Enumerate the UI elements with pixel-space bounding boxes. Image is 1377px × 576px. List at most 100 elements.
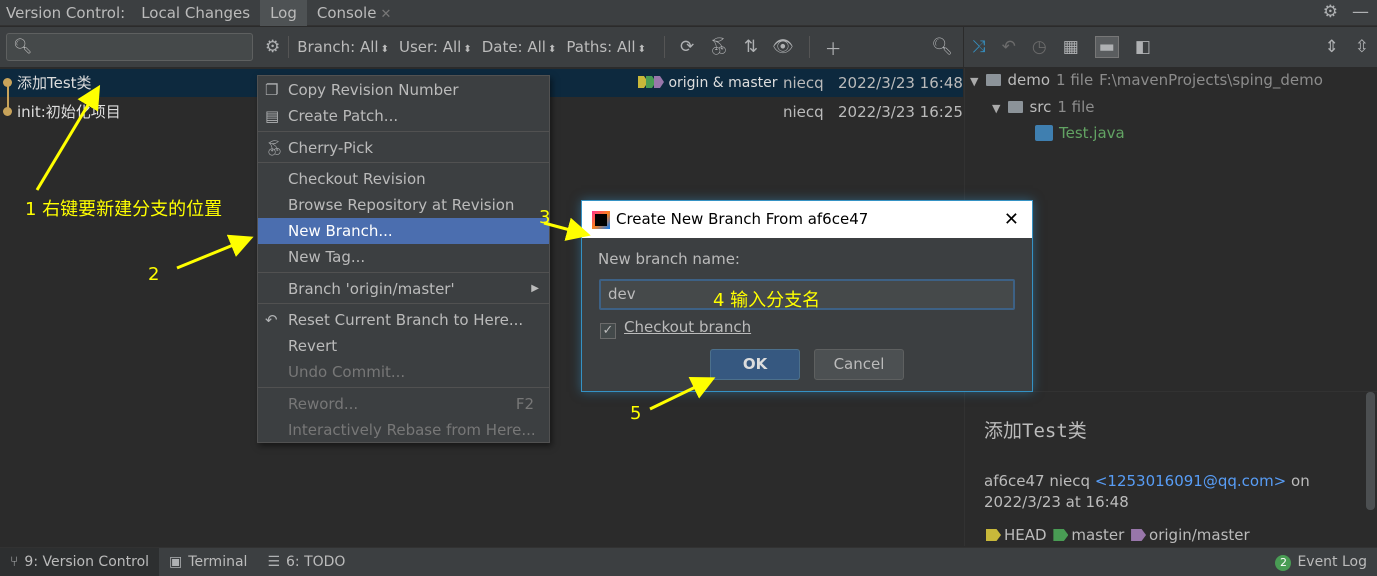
search-input[interactable]: 🔍︎ (6, 33, 253, 61)
author-email-link[interactable]: <1253016091@qq.com> (1095, 472, 1286, 490)
chevron-down-icon[interactable]: ▼ (970, 75, 978, 88)
close-icon[interactable]: ✕ (1004, 201, 1019, 238)
eye-icon[interactable]: 👁︎ (772, 37, 794, 57)
chevron-down-icon[interactable]: ▼ (992, 102, 1000, 115)
expand-all-icon[interactable]: ⇕ (1325, 37, 1339, 57)
add-icon[interactable]: ＋ (825, 35, 842, 60)
commit-date: 2022/3/23 16:48 (838, 74, 963, 92)
menu-item-undo-commit: Undo Commit... (288, 363, 406, 381)
event-count-badge: 2 (1275, 554, 1292, 571)
intellij-logo-icon (592, 211, 610, 229)
header-actions: ⚙ — (1323, 2, 1369, 22)
diff-arrows-icon[interactable]: ⤨ (972, 37, 986, 57)
date-filter[interactable]: Date: All ⬍ (482, 38, 557, 56)
tag-icon (1053, 529, 1069, 541)
menu-separator (258, 387, 549, 388)
cherry-icon: 🍒︎ (265, 139, 285, 157)
ref-head: HEAD (1004, 526, 1047, 544)
annotation-1: 1 右键要新建分支的位置 (25, 199, 223, 220)
commit-message: init:初始化项目 (17, 103, 121, 121)
commit-author: niecq (783, 74, 824, 92)
commit-refs: HEAD master origin/master (984, 526, 1250, 544)
divider (288, 36, 290, 58)
cherry-pick-icon[interactable]: 🍒︎ (708, 37, 730, 57)
tab-local-changes[interactable]: Local Changes (131, 0, 260, 26)
status-bar: ⑂ 9: Version Control ▣ Terminal ☰ 6: TODO 2… (0, 547, 1377, 576)
paths-filter[interactable]: Paths: All ⬍ (566, 38, 646, 56)
commit-author: niecq (783, 103, 824, 121)
menu-item-cherry-pick[interactable]: 🍒︎ Cherry-Pick (258, 135, 549, 161)
commit-refs: origin & master (638, 69, 778, 97)
folder-icon (986, 74, 1002, 86)
branch-filter[interactable]: Branch: All ⬍ (297, 38, 389, 56)
todo-tool-button[interactable]: ☰ 6: TODO (257, 548, 355, 576)
tree-root[interactable]: ▼ demo 1 file F:\mavenProjects\sping_demo (970, 71, 1323, 89)
user-filter[interactable]: User: All ⬍ (399, 38, 472, 56)
menu-item-new-branch[interactable]: New Branch... (258, 218, 549, 244)
copy-icon: ❐ (265, 81, 279, 99)
gear-icon[interactable]: ⚙ (1323, 2, 1338, 22)
commit-author: niecq (1049, 472, 1091, 490)
scrollbar[interactable] (1366, 392, 1375, 510)
checkout-branch-checkbox[interactable]: ✓ Checkout branch (600, 318, 751, 339)
folder-icon (1008, 101, 1024, 113)
dialog-title-bar: Create New Branch From af6ce47 ✕ (582, 201, 1032, 238)
checkout-branch-label: Checkout branch (624, 318, 752, 336)
collapse-all-icon[interactable]: ⇳ (1355, 37, 1369, 57)
sort-icon[interactable]: ⇅ (744, 37, 758, 57)
context-menu: ❐ Copy Revision Number ▤ Create Patch... 🍒… (257, 75, 550, 443)
layout-horizontal-icon[interactable]: ▬ (1094, 36, 1119, 58)
refresh-icon[interactable]: ⟳ (680, 37, 694, 57)
minimize-icon[interactable]: — (1352, 2, 1369, 22)
menu-item-browse-repository[interactable]: Browse Repository at Revision (258, 192, 549, 218)
menu-separator (258, 162, 549, 163)
menu-item-branch-submenu[interactable]: Branch 'origin/master' ▶ (258, 276, 549, 302)
menu-item-reword: Reword... F2 (258, 391, 549, 417)
group-by-icon[interactable]: ▦ (1063, 37, 1079, 57)
tab-log[interactable]: Log (260, 0, 307, 26)
cancel-button[interactable]: Cancel (814, 349, 904, 380)
commit-subject: 添加Test类 (984, 420, 1087, 442)
tag-icon (1131, 529, 1147, 541)
chevron-right-icon: ▶ (531, 283, 539, 294)
history-icon[interactable]: ◷ (1032, 37, 1047, 57)
settings-gear-icon[interactable]: ⚙ (265, 37, 280, 57)
shortcut-label: F2 (515, 395, 534, 413)
menu-separator (258, 303, 549, 304)
java-file-icon (1035, 125, 1053, 141)
find-icon[interactable]: 🔍︎ (931, 37, 953, 57)
menu-item-create-patch[interactable]: ▤ Create Patch... (258, 103, 549, 129)
terminal-tool-button[interactable]: ▣ Terminal (159, 548, 257, 576)
tree-folder[interactable]: ▼ src 1 file (992, 98, 1095, 116)
annotation-3: 3 (539, 207, 551, 228)
menu-item-reset-branch[interactable]: ↶ Reset Current Branch to Here... (258, 307, 549, 333)
graph-node (3, 107, 12, 116)
menu-item-new-tag[interactable]: New Tag... (258, 244, 549, 270)
tab-console[interactable]: Console ✕ (307, 0, 401, 26)
menu-item-checkout-revision[interactable]: Checkout Revision (258, 166, 549, 192)
branch-name-label: New branch name: (598, 250, 740, 268)
divider (663, 36, 665, 58)
menu-item-interactive-rebase: Interactively Rebase from Here... (288, 421, 536, 439)
tag-icon (638, 76, 664, 88)
menu-item-copy-revision[interactable]: ❐ Copy Revision Number (258, 77, 549, 103)
checkmark-icon: ✓ (600, 323, 616, 339)
terminal-icon: ▣ (169, 553, 183, 570)
divider (808, 36, 810, 58)
event-log-button[interactable]: 2 Event Log (1275, 548, 1367, 576)
revert-icon[interactable]: ↶ (1002, 37, 1016, 57)
close-icon[interactable]: ✕ (380, 7, 391, 22)
ref-master: master (1071, 526, 1125, 544)
menu-item-revert[interactable]: Revert (258, 333, 549, 359)
tree-file[interactable]: Test.java (1035, 124, 1125, 142)
ok-button[interactable]: OK (710, 349, 800, 380)
menu-separator (258, 272, 549, 273)
changes-toolbar: ⤨ ↶ ◷ ▦ ▬ ◧ ⇕ ⇳ (964, 27, 1377, 67)
commit-message: 添加Test类 (17, 74, 92, 92)
patch-icon: ▤ (265, 107, 280, 125)
layout-vertical-icon[interactable]: ◧ (1135, 37, 1151, 57)
commit-details: 添加Test类 af6ce47 niecq <1253016091@qq.com… (964, 391, 1377, 546)
version-control-tool-button[interactable]: ⑂ 9: Version Control (0, 547, 160, 576)
tag-icon (986, 529, 1001, 541)
ref-origin-master: origin/master (1149, 526, 1250, 544)
